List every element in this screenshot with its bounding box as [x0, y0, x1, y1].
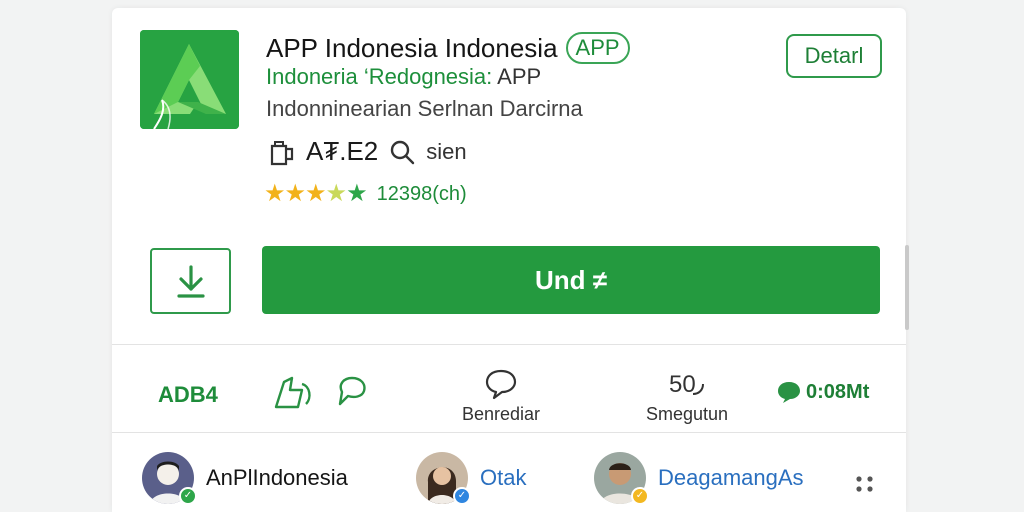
app-subtitle-rest: APP — [492, 64, 542, 89]
star-icon: ★ — [305, 180, 326, 207]
rating-stars: ★★★★★ — [264, 180, 368, 207]
scrollbar[interactable] — [905, 245, 909, 330]
app-subtitle: Indoneria ‘Redognesia: APP — [266, 64, 541, 90]
price-label: A₮.E2 — [306, 136, 379, 166]
star-half-icon: ★ — [325, 180, 347, 207]
app-badge: APP — [565, 32, 630, 64]
detail-button[interactable]: Detarl — [786, 34, 882, 78]
user-name: Otak — [480, 465, 527, 490]
comment-label: Benrediar — [462, 404, 541, 424]
size-label: sien — [426, 138, 467, 164]
price-row: A₮.E2 sien — [266, 136, 467, 167]
verified-icon: ✓ — [631, 487, 649, 505]
verified-icon: ✓ — [179, 487, 197, 505]
star-icon: ★ — [264, 180, 285, 207]
action-row: ADB4 Benrediar 50 Smegutun 0:08Mt — [112, 354, 906, 434]
rating-row: ★★★★★ 12398(ch) — [264, 182, 467, 206]
avatar[interactable]: ✓ — [594, 452, 649, 505]
reply-icon — [338, 376, 366, 406]
svg-text:50: 50 — [669, 371, 696, 398]
like-action[interactable] — [272, 374, 318, 410]
share-icon: 50 — [669, 371, 705, 398]
search-icon — [391, 140, 415, 164]
more-options-icon[interactable] — [854, 474, 876, 494]
divider — [112, 432, 906, 433]
user-item[interactable]: ✓ DeagamangAs — [594, 452, 804, 505]
user-row: ✓ AnPlIndonesia ✓ Otak ✓ DeagamangAs — [112, 444, 906, 512]
user-name: DeagamangAs — [658, 465, 804, 490]
chat-action[interactable]: 0:08Mt — [776, 380, 869, 404]
app-card: APP Indonesia Indonesia APP Indoneria ‘R… — [112, 8, 906, 512]
app-title: APP Indonesia Indonesia — [266, 32, 558, 63]
share-action[interactable]: 50 Smegutun — [646, 368, 728, 425]
user-name: AnPlIndonesia — [206, 465, 348, 490]
chat-label: 0:08Mt — [806, 380, 870, 403]
install-button[interactable]: Und ≠ — [262, 246, 880, 314]
stylized-a-app-icon — [140, 30, 239, 129]
divider — [112, 344, 906, 345]
app-icon[interactable] — [140, 30, 239, 129]
rating-count: 12398(ch) — [376, 182, 467, 205]
user-item[interactable]: ✓ Otak — [416, 452, 527, 505]
bag-icon — [270, 140, 294, 165]
avatar[interactable]: ✓ — [142, 452, 197, 505]
star-icon: ★ — [284, 180, 306, 207]
action-left-label: ADB4 — [158, 382, 218, 407]
comment-icon — [485, 369, 517, 400]
verified-icon: ✓ — [453, 487, 471, 505]
action-left[interactable]: ADB4 — [158, 382, 218, 408]
star-icon: ★ — [346, 180, 367, 207]
avatar[interactable]: ✓ — [416, 452, 471, 505]
share-label: Smegutun — [646, 404, 729, 424]
reply-action[interactable] — [334, 374, 370, 408]
comment-action[interactable]: Benrediar — [462, 368, 540, 425]
app-title-row: APP Indonesia Indonesia APP — [266, 32, 630, 64]
download-button[interactable] — [150, 248, 231, 314]
download-icon — [176, 265, 205, 298]
thumbs-up-icon — [274, 376, 311, 409]
app-subtitle-green: Indoneria ‘Redognesia: — [266, 64, 493, 89]
chat-bubble-icon — [778, 382, 800, 403]
user-item[interactable]: ✓ AnPlIndonesia — [142, 452, 348, 505]
app-developer[interactable]: Indonninearian Serlnan Darcirna — [266, 96, 583, 122]
